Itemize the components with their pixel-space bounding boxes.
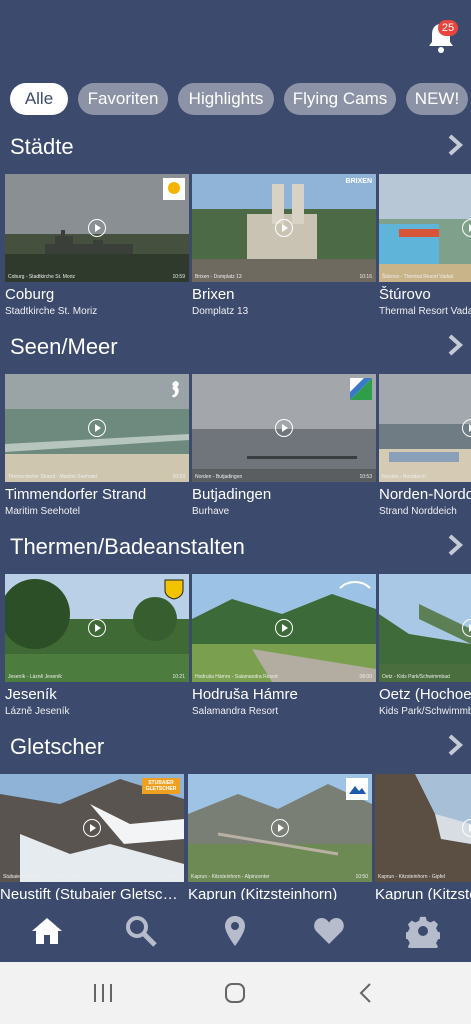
home-circle-icon[interactable] xyxy=(224,982,246,1004)
kitzsteinhorn-logo xyxy=(346,778,368,800)
section-title-gletscher: Gletscher xyxy=(10,734,105,759)
thumbnail-time: 10:53 xyxy=(359,474,372,480)
play-icon[interactable] xyxy=(88,419,106,437)
chip-highlights[interactable]: Highlights xyxy=(178,83,274,115)
thumbnail-caption: Coburg - Stadtkirche St. Moriz xyxy=(8,274,75,280)
heart-icon[interactable] xyxy=(312,914,346,948)
chip-favoriten[interactable]: Favoriten xyxy=(78,83,168,115)
webcam-subtitle: Burhave xyxy=(192,506,230,517)
webcam-thumbnail: Stubaier Gletscher 1.750m - 3.210m 10:54… xyxy=(0,774,184,882)
play-icon[interactable] xyxy=(275,219,293,237)
webcam-subtitle: Lázně Jeseník xyxy=(5,706,70,717)
section-title-thermen: Thermen/Badeanstalten xyxy=(10,534,245,559)
salamandra-logo xyxy=(339,581,371,589)
webcam-thumbnail: Coburg - Stadtkirche St. Moriz 10:59 xyxy=(5,174,189,282)
system-navigation-bar xyxy=(0,962,471,1024)
brixen-logo: BRIXEN xyxy=(345,178,372,185)
play-icon[interactable] xyxy=(275,619,293,637)
thumbnail-caption: Kaprun - Kitzsteinhorn - Gipfel xyxy=(378,874,445,880)
webcam-thumbnail: Jeseník - Lázně Jeseník 10:21 xyxy=(5,574,189,682)
webcam-subtitle: Kids Park/Schwimmbad xyxy=(379,706,471,717)
webcam-name: Timmendorfer Strand xyxy=(5,486,147,503)
thumbnail-caption: Brixen - Domplatz 13 xyxy=(195,274,242,280)
webcam-thumbnail: Kaprun - Kitzsteinhorn - Alpincenter 10:… xyxy=(188,774,372,882)
webcam-name: Brixen xyxy=(192,286,235,303)
webcam-name: Jeseník xyxy=(5,686,57,703)
chevron-right-icon[interactable] xyxy=(446,134,464,156)
thumbnail-time: 10:59 xyxy=(172,274,185,280)
webcam-thumbnail: Oetz - Kids Park/Schwimmbad xyxy=(379,574,471,682)
thumbnail-time: 10:16 xyxy=(359,274,372,280)
gear-icon[interactable] xyxy=(406,914,440,948)
thumbnail-time: 08:00 xyxy=(359,674,372,680)
webcam-subtitle: Domplatz 13 xyxy=(192,306,249,317)
location-pin-icon[interactable] xyxy=(218,914,252,948)
webcam-name: Butjadingen xyxy=(192,486,272,503)
home-icon[interactable] xyxy=(30,914,64,948)
thumbnail-caption: Norden - Butjadingen xyxy=(195,474,243,480)
webcam-name: Oetz (Hochoetz) xyxy=(379,686,471,703)
thumbnail-caption: Stubaier Gletscher 1.750m - 3.210m xyxy=(3,874,84,880)
thumbnail-caption: Hodruša Hámre - Salamandra Resort xyxy=(195,674,278,680)
chevron-right-icon[interactable] xyxy=(446,534,464,556)
notification-badge: 25 xyxy=(438,20,458,36)
webcam-name: Norden-Norddeich xyxy=(379,486,471,503)
webcam-subtitle: Stadtkirche St. Moriz xyxy=(5,306,98,317)
stubai-logo: STUBAIER GLETSCHER xyxy=(142,778,180,794)
webcam-thumbnail: Kaprun - Kitzsteinhorn - Gipfel xyxy=(375,774,471,882)
play-icon[interactable] xyxy=(271,819,289,837)
webcam-thumbnail: Štúrovo - Thermal Resort Vadaš xyxy=(379,174,471,282)
section-title-seen-meer: Seen/Meer xyxy=(10,334,118,359)
thumbnail-time: 10:50 xyxy=(355,874,368,880)
play-icon[interactable] xyxy=(83,819,101,837)
chevron-right-icon[interactable] xyxy=(446,734,464,756)
bottom-navigation xyxy=(0,900,471,962)
webcam-subtitle: Salamandra Resort xyxy=(192,706,279,717)
webcam-subtitle: Strand Norddeich xyxy=(379,506,457,517)
webcam-name: Hodruša Hámre xyxy=(192,686,298,703)
webcam-thumbnail: Hodruša Hámre - Salamandra Resort 08:00 xyxy=(192,574,376,682)
thumbnail-caption: Oetz - Kids Park/Schwimmbad xyxy=(382,674,450,680)
filter-chips: Alle Favoriten Highlights Flying Cams NE… xyxy=(0,83,471,115)
play-icon[interactable] xyxy=(88,219,106,237)
chevron-right-icon[interactable] xyxy=(446,334,464,356)
chip-new[interactable]: NEW! xyxy=(406,83,468,115)
webcam-thumbnail: Brixen - Domplatz 13 10:16 BRIXEN xyxy=(192,174,376,282)
chip-flying-cams[interactable]: Flying Cams xyxy=(284,83,396,115)
search-icon[interactable] xyxy=(124,914,158,948)
thumbnail-time: 10:21 xyxy=(172,674,185,680)
section-title-staedte: Städte xyxy=(10,134,74,159)
thumbnail-caption: Kaprun - Kitzsteinhorn - Alpincenter xyxy=(191,874,270,880)
chip-alle[interactable]: Alle xyxy=(10,83,68,115)
recent-apps-icon[interactable] xyxy=(92,982,114,1004)
thumbnail-caption: Jeseník - Lázně Jeseník xyxy=(8,674,62,680)
shield-logo xyxy=(164,579,184,600)
webcam-name: Štúrovo xyxy=(379,286,431,303)
top-bar: 25 xyxy=(0,0,471,74)
webcam-thumbnail: Timmendorfer Strand - Maritim Seehotel 1… xyxy=(5,374,189,482)
webcam-subtitle: Maritim Seehotel xyxy=(5,506,81,517)
seahorse-logo xyxy=(172,381,179,398)
coburg-logo xyxy=(163,178,185,200)
thumbnail-caption: Štúrovo - Thermal Resort Vadaš xyxy=(382,274,454,280)
thumbnail-time: 10:53 xyxy=(172,474,185,480)
flag-logo xyxy=(350,378,372,400)
webcam-subtitle: Thermal Resort Vadaš xyxy=(379,306,471,317)
thumbnail-time: 10:54 xyxy=(167,874,180,880)
webcam-thumbnail: Norden - Butjadingen 10:53 xyxy=(192,374,376,482)
back-icon[interactable] xyxy=(356,982,378,1004)
webcam-thumbnail: Norden - Norddeich xyxy=(379,374,471,482)
play-icon[interactable] xyxy=(88,619,106,637)
thumbnail-caption: Norden - Norddeich xyxy=(382,474,426,480)
webcam-name: Coburg xyxy=(5,286,55,303)
thumbnail-caption: Timmendorfer Strand - Maritim Seehotel xyxy=(8,474,98,480)
play-icon[interactable] xyxy=(275,419,293,437)
